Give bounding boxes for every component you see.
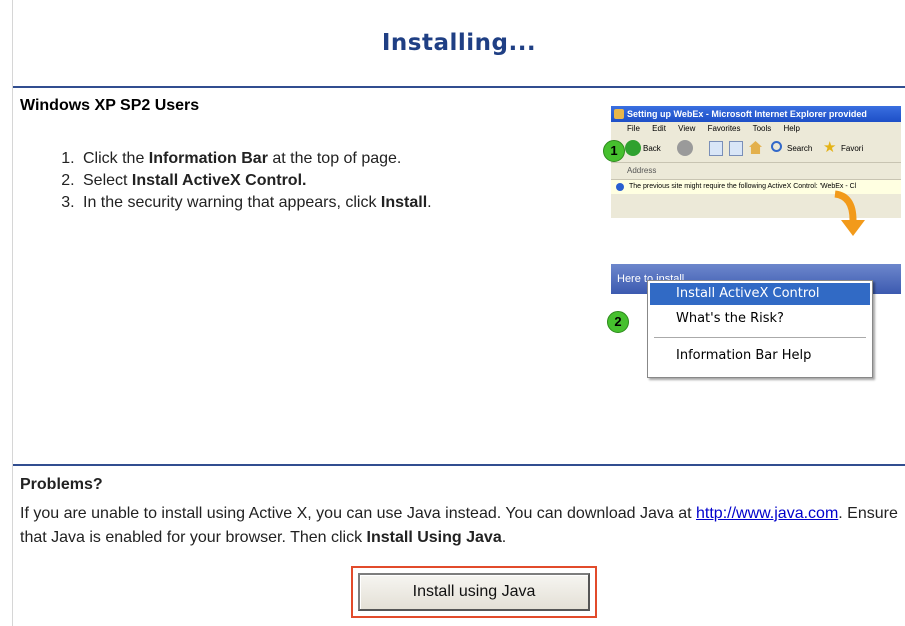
- ie-titlebar: Setting up WebEx - Microsoft Internet Ex…: [611, 106, 901, 122]
- problems-heading: Problems?: [20, 476, 103, 493]
- install-java-highlight: Install using Java: [351, 566, 597, 618]
- ie-menubar: File Edit View Favorites Tools Help: [627, 124, 800, 133]
- ie-address-bar: Address: [611, 162, 901, 194]
- menu-separator: [654, 337, 866, 338]
- section-divider: [13, 464, 905, 466]
- step-item: Select Install ActiveX Control.: [79, 170, 432, 192]
- activex-illustration: Setting up WebEx - Microsoft Internet Ex…: [601, 96, 905, 378]
- home-icon: [749, 141, 762, 154]
- forward-icon: [677, 140, 693, 156]
- install-using-java-button[interactable]: Install using Java: [358, 573, 590, 611]
- ie-logo-icon: [614, 109, 624, 119]
- menu-item-install-activex: Install ActiveX Control: [650, 283, 870, 305]
- favorites-star-icon: ★: [823, 139, 837, 156]
- down-arrow-icon: [834, 190, 865, 236]
- title-bar: Installing...: [13, 0, 905, 88]
- step-item: Click the Information Bar at the top of …: [79, 148, 432, 170]
- section-heading: Windows XP SP2 Users: [20, 97, 200, 114]
- back-icon: [625, 140, 641, 156]
- ie-toolbar: Back Search ★ Favori: [611, 136, 901, 162]
- context-menu: Install ActiveX Control What's the Risk?…: [647, 280, 873, 378]
- step-1-badge: 1: [603, 140, 625, 162]
- shield-icon: [616, 183, 624, 191]
- installer-panel: Installing... Windows XP SP2 Users Click…: [12, 0, 905, 626]
- step-2-badge: 2: [607, 311, 629, 333]
- problems-text: If you are unable to install using Activ…: [20, 505, 898, 546]
- java-link[interactable]: http://www.java.com: [696, 505, 838, 522]
- search-icon: [771, 141, 782, 152]
- step-item: In the security warning that appears, cl…: [79, 192, 432, 214]
- refresh-icon: [729, 141, 743, 156]
- menu-item-whats-the-risk: What's the Risk?: [676, 311, 784, 326]
- page-title: Installing...: [381, 30, 537, 56]
- stop-icon: [709, 141, 723, 156]
- instruction-steps: Click the Information Bar at the top of …: [55, 148, 432, 214]
- menu-item-information-bar-help: Information Bar Help: [676, 348, 812, 363]
